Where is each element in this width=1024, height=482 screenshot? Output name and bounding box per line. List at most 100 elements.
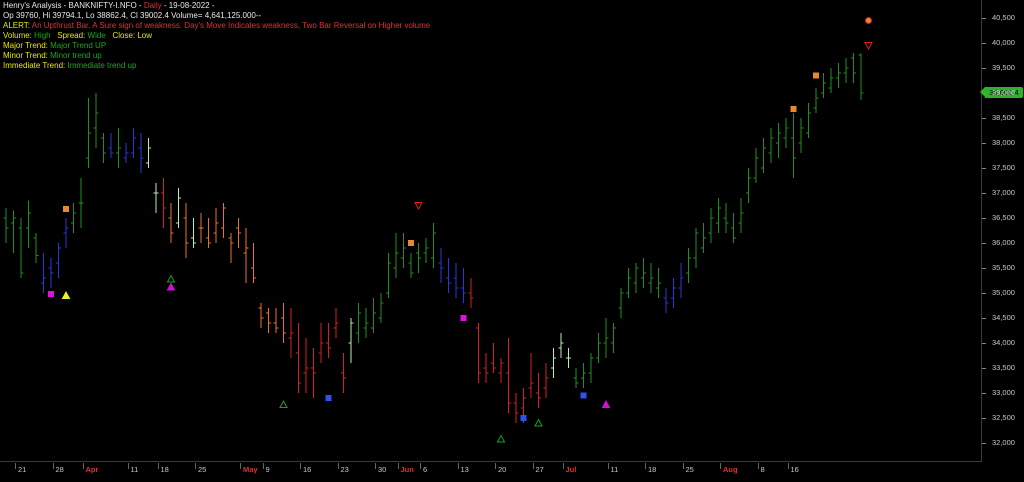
y-tick-label: 34,000 bbox=[992, 338, 1015, 347]
immediate-trend-label: Immediate Trend: bbox=[3, 61, 66, 70]
y-tick-mark bbox=[982, 218, 986, 219]
header-ohlc: Op 39760, Hi 39794.1, Lo 38862.4, Cl 390… bbox=[3, 11, 262, 20]
y-tick-mark bbox=[982, 118, 986, 119]
x-day-label: 30 bbox=[378, 465, 387, 474]
x-day-label: 28 bbox=[55, 465, 64, 474]
x-tick-mark bbox=[562, 463, 564, 469]
x-day-label: 21 bbox=[18, 465, 27, 474]
y-tick-label: 37,500 bbox=[992, 163, 1015, 172]
spread-label: Spread: bbox=[57, 31, 86, 40]
signal-square-11 bbox=[520, 415, 527, 421]
x-tick-mark bbox=[397, 463, 399, 469]
y-tick-label: 39,500 bbox=[992, 63, 1015, 72]
signal-square-0 bbox=[63, 206, 69, 212]
x-day-label: 9 bbox=[265, 465, 270, 474]
y-tick-label: 38,500 bbox=[992, 113, 1015, 122]
header-symbol: Henry's Analysis - BANKNIFTY-I.NFO - bbox=[3, 1, 144, 10]
y-tick-label: 35,500 bbox=[992, 263, 1015, 272]
x-tick-mark bbox=[195, 463, 196, 469]
x-day-label: 23 bbox=[340, 465, 349, 474]
x-day-label: 20 bbox=[498, 465, 507, 474]
minor-trend-value: Minor trend up bbox=[50, 51, 102, 60]
signal-square-15 bbox=[790, 106, 797, 112]
signal-triangle-up-2 bbox=[61, 290, 71, 299]
price-chart[interactable] bbox=[0, 0, 982, 462]
x-tick-mark bbox=[682, 463, 684, 469]
x-tick-mark bbox=[337, 463, 339, 469]
header-volume: Volume: High Spread: Wide Close: Low bbox=[3, 31, 152, 40]
x-day-label: 11 bbox=[610, 465, 619, 474]
signal-circle-18 bbox=[865, 17, 872, 24]
x-day-label: 6 bbox=[423, 465, 428, 474]
x-month-label: Jun bbox=[400, 465, 414, 474]
header-immediate-trend: Immediate Trend: Immediate trend up bbox=[3, 61, 136, 70]
volume-label: Volume: bbox=[3, 31, 32, 40]
y-tick-label: 40,000 bbox=[992, 38, 1015, 47]
signal-square-16 bbox=[813, 72, 819, 79]
alert-text: An Upthrust Bar. A Sure sign of weakness… bbox=[31, 21, 431, 30]
x-day-label: 18 bbox=[648, 465, 657, 474]
y-tick-mark bbox=[982, 418, 986, 419]
y-tick-label: 36,000 bbox=[992, 238, 1015, 247]
x-day-label: 16 bbox=[303, 465, 312, 474]
alert-label: ALERT: bbox=[3, 21, 30, 30]
signal-square-8 bbox=[408, 240, 414, 246]
x-day-label: 13 bbox=[460, 465, 469, 474]
x-month-label: Aug bbox=[723, 465, 738, 474]
y-tick-label: 36,500 bbox=[992, 213, 1015, 222]
header-period: Daily bbox=[143, 1, 162, 10]
signal-square-1 bbox=[48, 291, 54, 297]
y-tick-label: 34,500 bbox=[992, 313, 1015, 322]
x-tick-mark bbox=[375, 463, 376, 469]
header-minor-trend: Minor Trend: Minor trend up bbox=[3, 51, 102, 60]
signal-triangle-up-3 bbox=[166, 274, 176, 283]
x-tick-mark bbox=[240, 463, 241, 469]
x-tick-mark bbox=[420, 463, 421, 469]
y-tick-mark bbox=[982, 343, 986, 344]
y-tick-label: 35,000 bbox=[992, 288, 1015, 297]
y-tick-mark bbox=[982, 443, 986, 444]
y-tick-label: 37,000 bbox=[992, 188, 1015, 197]
y-tick-mark bbox=[982, 393, 986, 394]
y-tick-mark bbox=[982, 168, 986, 169]
x-tick-mark bbox=[757, 463, 759, 469]
y-tick-mark bbox=[982, 268, 986, 269]
y-tick-mark bbox=[982, 293, 986, 294]
signal-square-6 bbox=[325, 395, 332, 401]
y-tick-mark bbox=[982, 93, 986, 94]
y-tick-mark bbox=[982, 143, 986, 144]
y-tick-mark bbox=[982, 193, 986, 194]
x-tick-mark bbox=[300, 463, 301, 469]
x-tick-mark bbox=[157, 463, 159, 469]
x-day-label: 25 bbox=[685, 465, 694, 474]
y-tick-mark bbox=[982, 18, 986, 19]
y-tick-label: 33,000 bbox=[992, 388, 1015, 397]
spread-value: Wide bbox=[87, 31, 106, 40]
x-day-label: 11 bbox=[130, 465, 139, 474]
y-tick-mark bbox=[982, 43, 986, 44]
x-day-label: 25 bbox=[198, 465, 207, 474]
y-tick-label: 32,500 bbox=[992, 413, 1015, 422]
y-tick-mark bbox=[982, 243, 986, 244]
signal-triangle-up-5 bbox=[279, 399, 288, 408]
volume-value: High bbox=[34, 31, 51, 40]
close-value: Low bbox=[137, 31, 153, 40]
x-tick-mark bbox=[645, 463, 646, 469]
immediate-trend-value: Immediate trend up bbox=[67, 61, 137, 70]
y-tick-label: 39,000 bbox=[992, 88, 1015, 97]
header-major-trend: Major Trend: Major Trend UP bbox=[3, 41, 106, 50]
x-tick-mark bbox=[15, 463, 16, 469]
x-tick-mark bbox=[52, 463, 54, 469]
x-tick-mark bbox=[82, 463, 84, 469]
y-tick-label: 33,500 bbox=[992, 363, 1015, 372]
x-tick-mark bbox=[787, 463, 789, 469]
major-trend-value: Major Trend UP bbox=[50, 41, 107, 50]
signal-triangle-up-4 bbox=[166, 282, 176, 291]
x-month-label: May bbox=[243, 465, 258, 474]
signal-triangle-up-10 bbox=[496, 434, 506, 443]
x-month-label: Jul bbox=[565, 465, 577, 474]
close-label: Close: bbox=[112, 31, 136, 40]
x-month-label: Apr bbox=[85, 465, 99, 474]
chart-area[interactable] bbox=[0, 0, 982, 462]
x-tick-mark bbox=[720, 463, 721, 469]
